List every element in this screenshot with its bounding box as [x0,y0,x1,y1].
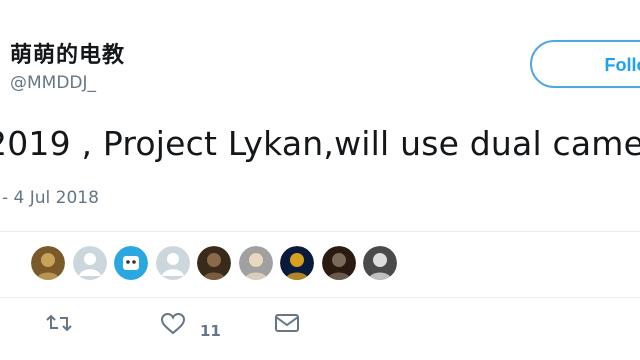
divider [0,297,640,298]
tweet-timestamp[interactable]: - 4 Jul 2018 [2,188,99,208]
divider [0,231,640,232]
like-count[interactable]: 11 [200,322,221,340]
photo-avatar[interactable] [238,246,273,280]
author-display-name[interactable]: 萌萌的电教 [10,37,125,69]
photo-avatar[interactable] [280,246,314,280]
follow-button[interactable]: Follow [530,40,640,88]
cartoon-avatar[interactable] [114,246,148,280]
retweet-icon[interactable] [46,312,72,348]
photo-avatar[interactable] [363,246,397,280]
tweet-actions [0,312,640,352]
author-handle[interactable]: @MMDDJ_ [10,73,96,93]
tweet-text: 2019 , Project Lykan,will use dual camer… [0,124,640,163]
envelope-icon[interactable] [274,312,300,348]
default-avatar[interactable] [155,246,190,280]
photo-avatar[interactable] [197,246,231,280]
heart-icon[interactable] [160,312,186,348]
photo-avatar[interactable] [321,246,356,280]
default-avatar[interactable] [72,246,107,280]
photo-avatar[interactable] [31,246,65,280]
tweet-page: 萌萌的电教 @MMDDJ_ Follow 2019 , Project Lyka… [0,0,640,360]
